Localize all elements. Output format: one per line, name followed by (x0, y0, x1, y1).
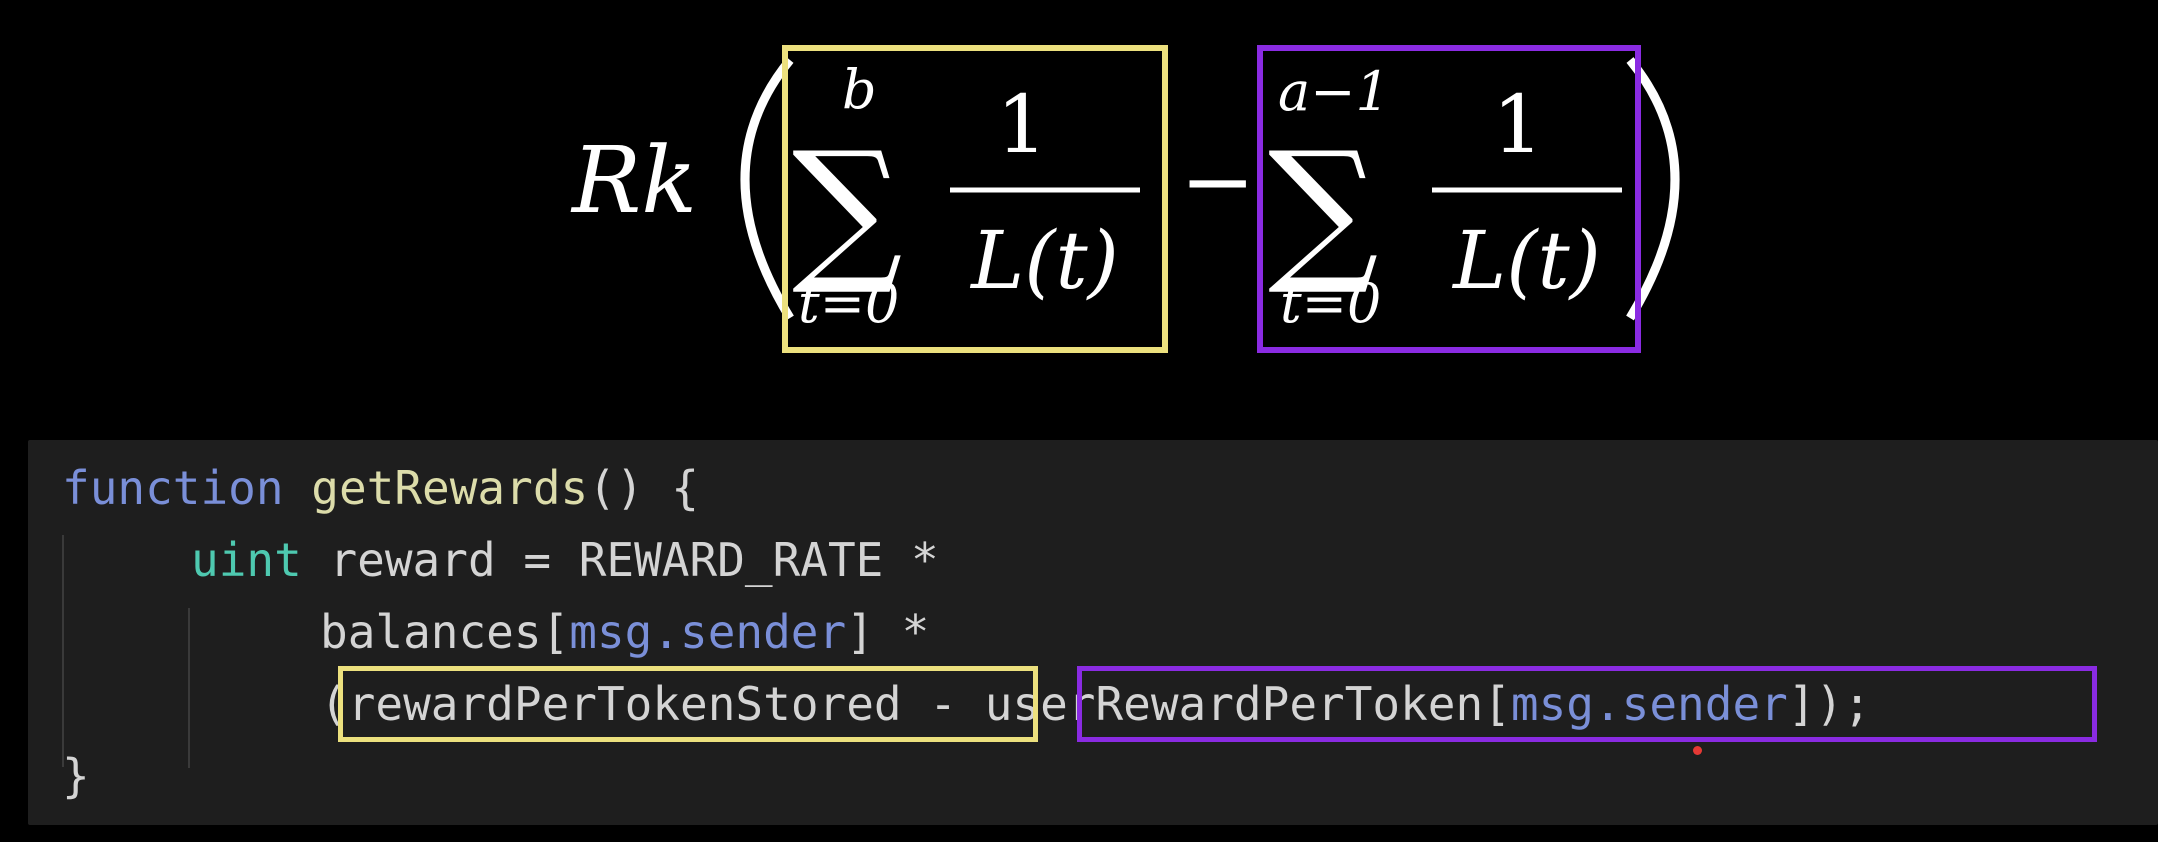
code-line-3: balances[msg.sender] * (320, 596, 929, 668)
code-line-2-rest: reward = REWARD_RATE * (301, 533, 939, 587)
formula-coefficient: Rk (570, 127, 697, 234)
code-line-5: } (62, 749, 90, 803)
code-line-1-rest: () { (588, 461, 699, 515)
formula-minus: − (1180, 129, 1255, 234)
type-uint: uint (191, 533, 302, 587)
term2-denominator: L(t) (1451, 214, 1601, 307)
term2-lower-limit: t=0 (1280, 272, 1381, 335)
term1-upper-limit: b (842, 58, 877, 121)
function-name: getRewards (311, 461, 589, 515)
reward-formula: Rk b ∑ t=0 1 L(t) − a−1 ∑ t=0 1 L(t) (570, 45, 1680, 353)
msg-sender-1: msg.sender (569, 605, 847, 659)
term2-numerator: 1 (1493, 78, 1544, 171)
term1-numerator: 1 (997, 78, 1048, 171)
code-panel: function getRewards() { uint reward = RE… (28, 440, 2158, 825)
user-highlight-box (1077, 666, 2097, 742)
indent-guide (188, 608, 190, 768)
term1-lower-limit: t=0 (798, 272, 899, 335)
term1-denominator: L(t) (969, 214, 1119, 307)
code-line-2: uint reward = REWARD_RATE * (191, 524, 939, 596)
term2-upper-limit: a−1 (1278, 60, 1390, 123)
code-line-3-prefix: balances[ (320, 605, 570, 659)
indent-guide (62, 535, 64, 767)
cursor-dot (1693, 746, 1702, 755)
keyword-function: function (62, 461, 284, 515)
stored-highlight-box (338, 666, 1038, 742)
code-line-1: function getRewards() { (62, 452, 699, 524)
code-line-3-suffix: ] * (846, 605, 930, 659)
